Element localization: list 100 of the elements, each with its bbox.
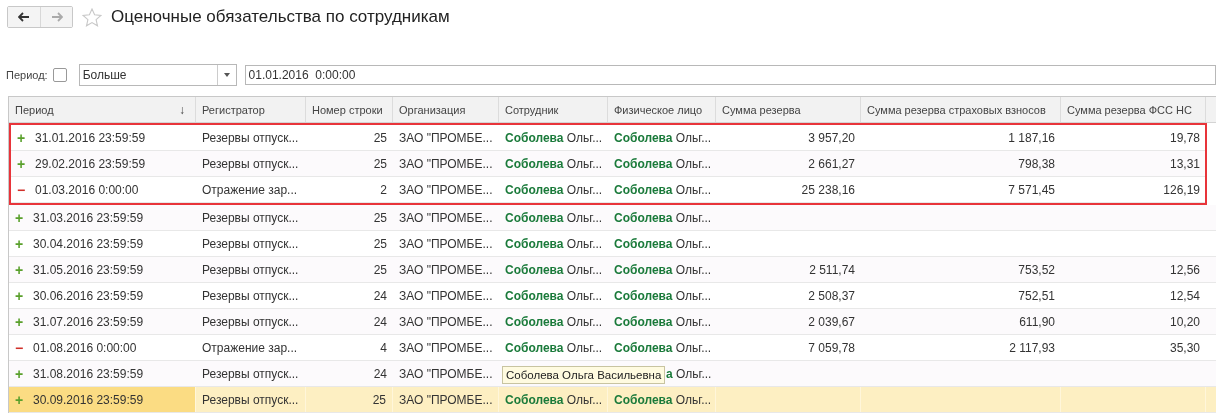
column-header[interactable]: Сумма резерва страховых взносов bbox=[861, 97, 1061, 122]
column-header[interactable]: Сумма резерва bbox=[716, 97, 861, 122]
table-cell: ЗАО "ПРОМБЕ... bbox=[399, 130, 493, 145]
movement-sign: + bbox=[17, 129, 27, 146]
table-cell: Отражение зар... bbox=[202, 340, 298, 355]
table-cell: Резервы отпуск... bbox=[202, 210, 299, 225]
table-cell: 2 508,37 bbox=[808, 288, 855, 303]
table-cell: 25 bbox=[373, 156, 387, 171]
table-cell: 24 bbox=[373, 288, 387, 303]
table-cell: 25 bbox=[373, 262, 387, 277]
movement-sign: + bbox=[15, 261, 25, 278]
movement-sign: + bbox=[17, 155, 27, 172]
table-cell: ЗАО "ПРОМБЕ... bbox=[399, 156, 493, 171]
table-row[interactable]: + 31.07.2016 23:59:59 Резервы отпуск... 24 ЗАО "ПРОМБЕ... Соболева Ольг... Соболева Ольг... 2 039,67 611,90 10,20 bbox=[9, 309, 1216, 335]
column-header[interactable]: Сотрудник bbox=[499, 97, 608, 122]
column-header[interactable]: Регистратор bbox=[196, 97, 306, 122]
table-cell: а Ольг... bbox=[666, 366, 712, 381]
movement-sign: + bbox=[15, 313, 25, 330]
table-row[interactable]: + 31.08.2016 23:59:59 Резервы отпуск... 24 ЗАО "ПРОМБЕ... Соболева Ольга Васильевна а Ольг... bbox=[9, 361, 1216, 387]
sort-arrow[interactable]: ↓ bbox=[179, 102, 185, 117]
table-cell: ЗАО "ПРОМБЕ... bbox=[399, 314, 493, 329]
table-cell: 01.03.2016 0:00:00 bbox=[35, 182, 139, 197]
table-cell: 24 bbox=[373, 366, 387, 381]
forward-arrow-icon bbox=[50, 12, 63, 22]
table-cell: ЗАО "ПРОМБЕ... bbox=[399, 288, 493, 303]
table-cell: Соболева Ольг... bbox=[614, 156, 712, 171]
column-header[interactable]: Сумма резерва ФСС НС bbox=[1061, 97, 1206, 122]
table-cell: 12,56 bbox=[1169, 262, 1200, 277]
table-cell: 10,20 bbox=[1169, 314, 1200, 329]
table-cell: 35,30 bbox=[1169, 340, 1200, 355]
table-cell: ЗАО "ПРОМБЕ... bbox=[399, 392, 493, 407]
caret-icon bbox=[223, 73, 230, 77]
table-cell: 798,38 bbox=[1018, 156, 1055, 171]
table-cell: 31.03.2016 23:59:59 bbox=[33, 210, 144, 225]
period-checkbox[interactable] bbox=[52, 68, 67, 82]
table-cell: Резервы отпуск... bbox=[202, 314, 299, 329]
table-cell: 31.07.2016 23:59:59 bbox=[33, 314, 144, 329]
table-cell: Соболева Ольг... bbox=[614, 314, 712, 329]
table-cell: ЗАО "ПРОМБЕ... bbox=[399, 210, 493, 225]
table-cell: 1 187,16 bbox=[1008, 130, 1055, 145]
table-cell: 12,54 bbox=[1169, 288, 1200, 303]
table-cell: Соболева Ольг... bbox=[614, 262, 712, 277]
table-cell: Резервы отпуск... bbox=[202, 236, 299, 251]
movement-sign: + bbox=[15, 209, 25, 226]
movement-sign: + bbox=[15, 391, 25, 408]
table-cell: Соболева Ольг... bbox=[505, 236, 603, 251]
back-button[interactable] bbox=[8, 7, 40, 27]
table-cell: Соболева Ольг... bbox=[505, 156, 603, 171]
table-cell: Соболева Ольг... bbox=[505, 314, 603, 329]
column-header[interactable]: Номер строки bbox=[306, 97, 393, 122]
table-row[interactable]: + 30.09.2016 23:59:59 Резервы отпуск... 25 ЗАО "ПРОМБЕ... Соболева Ольг... Соболева Ольг... bbox=[9, 387, 1216, 413]
table-cell: 25 bbox=[372, 392, 386, 407]
table-cell: 752,51 bbox=[1018, 288, 1055, 303]
table-cell: Резервы отпуск... bbox=[202, 156, 299, 171]
table-cell: Соболева Ольг... bbox=[614, 210, 712, 225]
table-cell: 7 059,78 bbox=[808, 340, 855, 355]
tooltip: Соболева Ольга Васильевна bbox=[502, 366, 666, 384]
window-title: Оценочные обязательства по сотрудникам bbox=[111, 7, 450, 27]
star-icon[interactable] bbox=[82, 7, 102, 27]
column-header[interactable]: Период ↓ bbox=[9, 97, 196, 122]
table-cell: Резервы отпуск... bbox=[202, 288, 299, 303]
table-cell: ЗАО "ПРОМБЕ... bbox=[399, 262, 493, 277]
date-field[interactable]: 01.01.2016 0:00:00 bbox=[244, 65, 1216, 85]
table-cell: Резервы отпуск... bbox=[202, 262, 299, 277]
table-cell: Соболева Ольг... bbox=[505, 182, 603, 197]
table-row[interactable]: + 29.02.2016 23:59:59 Резервы отпуск... 25 ЗАО "ПРОМБЕ... Соболева Ольг... Соболева Ольг... 2 661,27 798,38 13,31 bbox=[11, 151, 1205, 177]
table-cell: Соболева Ольг... bbox=[614, 392, 712, 407]
table-cell: 31.05.2016 23:59:59 bbox=[33, 262, 144, 277]
table-cell: Соболева Ольг... bbox=[505, 130, 603, 145]
movement-sign: − bbox=[15, 339, 25, 356]
table-row[interactable]: + 31.03.2016 23:59:59 Резервы отпуск... 25 ЗАО "ПРОМБЕ... Соболева Ольг... Соболева Ольг... bbox=[9, 205, 1216, 231]
table-cell: Соболева Ольг... bbox=[505, 288, 603, 303]
table-cell: 753,52 bbox=[1018, 262, 1055, 277]
column-header[interactable]: Организация bbox=[393, 97, 499, 122]
table-cell: Соболева Ольг... bbox=[505, 392, 603, 407]
table-cell: 13,31 bbox=[1169, 156, 1200, 171]
table-cell: Соболева Ольг... bbox=[614, 182, 712, 197]
condition-dropdown[interactable]: Больше bbox=[78, 64, 237, 86]
table-cell: ЗАО "ПРОМБЕ... bbox=[399, 366, 493, 381]
table-cell: Соболева Ольг... bbox=[614, 288, 712, 303]
table-cell: ЗАО "ПРОМБЕ... bbox=[399, 236, 493, 251]
table-cell: 2 bbox=[380, 182, 387, 197]
table-cell: 126,19 bbox=[1163, 182, 1200, 197]
table-cell: 01.08.2016 0:00:00 bbox=[33, 340, 137, 355]
table-cell: ЗАО "ПРОМБЕ... bbox=[399, 182, 493, 197]
table-cell: Соболева Ольг... bbox=[505, 340, 603, 355]
table-cell: 4 bbox=[380, 340, 387, 355]
table-cell: 25 238,16 bbox=[801, 182, 855, 197]
table-cell: 7 571,45 bbox=[1008, 182, 1055, 197]
column-header[interactable]: Физическое лицо bbox=[608, 97, 716, 122]
table-cell: 30.09.2016 23:59:59 bbox=[33, 392, 144, 407]
table-row[interactable]: + 31.05.2016 23:59:59 Резервы отпуск... 25 ЗАО "ПРОМБЕ... Соболева Ольг... Соболева Ольг... 2 511,74 753,52 12,56 bbox=[9, 257, 1216, 283]
table-cell: 2 117,93 bbox=[1009, 340, 1055, 355]
period-label: Период: bbox=[6, 69, 48, 81]
table-cell: ЗАО "ПРОМБЕ... bbox=[399, 340, 493, 355]
table-cell: 19,78 bbox=[1169, 130, 1200, 145]
table-cell: 2 511,74 bbox=[809, 262, 855, 277]
table-cell: Соболева Ольг... bbox=[505, 262, 603, 277]
movement-sign: + bbox=[15, 365, 25, 382]
movement-sign: − bbox=[17, 181, 27, 198]
